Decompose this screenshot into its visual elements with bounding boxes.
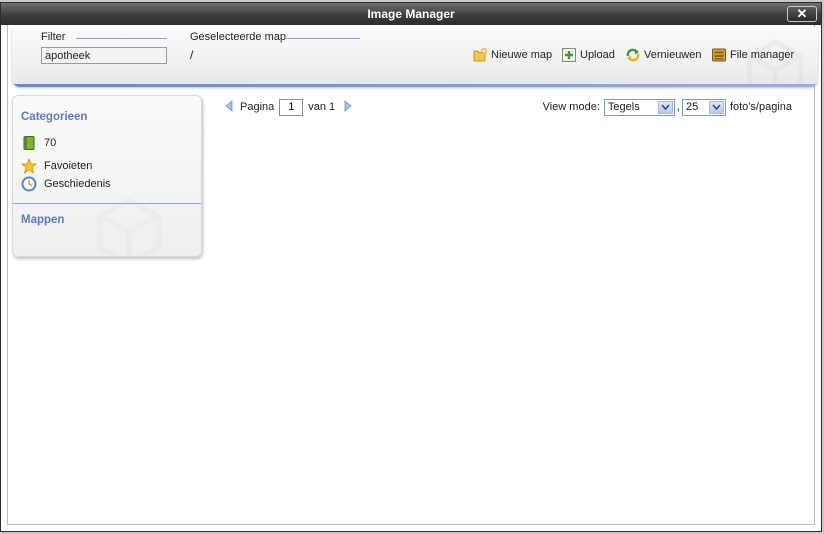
selected-folder-path: /	[190, 48, 194, 62]
filter-input[interactable]	[41, 47, 167, 64]
arrow-right-icon	[344, 99, 352, 112]
view-mode-label: View mode:	[542, 101, 600, 113]
cube-watermark-icon	[97, 196, 161, 256]
file-manager-button[interactable]: File manager	[711, 46, 794, 64]
clock-icon	[21, 176, 37, 192]
page-label: Pagina	[240, 101, 275, 113]
arrow-left-icon	[225, 99, 233, 112]
new-folder-icon	[473, 48, 487, 62]
per-page-value: 25	[685, 101, 699, 113]
comma-separator: ,	[676, 101, 680, 113]
refresh-label: Vernieuwen	[644, 49, 702, 61]
per-page-suffix: foto's/pagina	[729, 101, 792, 113]
star-icon	[21, 158, 37, 174]
image-manager-window: Image Manager ✕ Filter Geselecteerde map…	[0, 2, 822, 532]
filter-label-divider	[76, 38, 167, 39]
next-page-button[interactable]	[343, 99, 353, 115]
close-button[interactable]: ✕	[787, 6, 817, 22]
toolbar-accent-line	[12, 84, 818, 87]
category-item-70[interactable]: 70	[21, 135, 56, 151]
page-count-label: van 1	[308, 101, 336, 113]
history-label: Geschiedenis	[44, 178, 111, 190]
view-mode-value: Tegels	[607, 101, 640, 113]
prev-page-button[interactable]	[224, 99, 234, 115]
book-icon	[23, 136, 35, 150]
page-number-input[interactable]	[279, 98, 304, 116]
view-mode-select[interactable]: Tegels	[603, 98, 675, 116]
folders-title: Mappen	[21, 214, 65, 226]
view-mode-controls: View mode: Tegels , 25 foto's/pagina	[543, 98, 792, 116]
file-manager-icon	[712, 48, 726, 62]
history-item[interactable]: Geschiedenis	[21, 176, 111, 192]
chevron-down-icon	[657, 100, 673, 114]
window-titlebar[interactable]: Image Manager ✕	[1, 3, 821, 25]
sidebar-divider	[13, 203, 201, 204]
upload-icon	[562, 48, 576, 62]
selected-folder-label: Geselecteerde map	[190, 31, 286, 43]
toolbar-panel: Filter Geselecteerde map / Nieuwe map	[12, 27, 818, 87]
favorites-label: Favoieten	[44, 160, 93, 172]
new-folder-button[interactable]: Nieuwe map	[472, 46, 552, 64]
pagination: Pagina van 1	[224, 98, 353, 116]
window-body: Filter Geselecteerde map / Nieuwe map	[7, 25, 818, 525]
categories-title: Categorieen	[21, 111, 88, 123]
category-item-label: 70	[44, 137, 57, 149]
selected-folder-divider	[286, 38, 360, 39]
favorites-item[interactable]: Favoieten	[21, 158, 92, 174]
filter-label: Filter	[41, 31, 66, 43]
per-page-select[interactable]: 25	[681, 98, 726, 116]
chevron-down-icon	[708, 100, 724, 114]
upload-label: Upload	[580, 49, 615, 61]
refresh-icon	[626, 48, 640, 62]
new-folder-label: Nieuwe map	[491, 49, 553, 61]
upload-button[interactable]: Upload	[561, 46, 615, 64]
categories-sidebar: Categorieen 70 Favoieten Geschiedenis Ma…	[12, 95, 202, 257]
refresh-button[interactable]: Vernieuwen	[625, 46, 702, 64]
window-title: Image Manager	[367, 7, 455, 21]
file-manager-label: File manager	[730, 49, 795, 61]
